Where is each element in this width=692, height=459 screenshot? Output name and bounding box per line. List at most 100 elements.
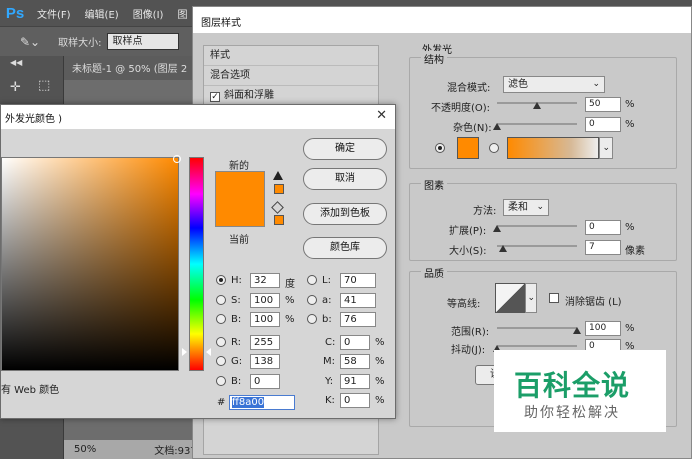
blend-mode-select[interactable]: 滤色 ⌄ bbox=[503, 76, 605, 93]
range-label: 范围(R): bbox=[451, 327, 490, 338]
size-slider[interactable] bbox=[497, 245, 577, 247]
h-radio[interactable] bbox=[216, 275, 226, 285]
g-radio[interactable] bbox=[216, 356, 226, 366]
noise-slider-thumb[interactable] bbox=[493, 123, 501, 130]
sample-size-select[interactable]: 取样点 bbox=[107, 33, 180, 50]
ok-button[interactable]: 确定 bbox=[303, 138, 387, 160]
range-input[interactable]: 100 bbox=[585, 321, 621, 336]
blue-input[interactable]: 0 bbox=[250, 374, 280, 389]
a-input[interactable]: 41 bbox=[340, 293, 376, 308]
antialias-label: 消除锯齿 (L) bbox=[565, 297, 622, 308]
web-colors-only-label[interactable]: 有 Web 颜色 bbox=[1, 381, 59, 396]
h-input[interactable]: 32 bbox=[250, 273, 280, 288]
menu-image[interactable]: 图像(I) bbox=[126, 6, 171, 21]
spread-slider[interactable] bbox=[497, 225, 577, 227]
opacity-label: 不透明度(O): bbox=[431, 103, 491, 114]
blue-radio[interactable] bbox=[216, 376, 226, 386]
solid-color-radio[interactable] bbox=[435, 143, 445, 153]
blue-label: B: bbox=[231, 376, 242, 387]
hue-slider-left-arrow-icon[interactable] bbox=[182, 348, 187, 356]
l-input[interactable]: 70 bbox=[340, 273, 376, 288]
color-picker-dialog: 外发光颜色 ) ✕ 新的 当前 确定 取消 添加到色板 颜色库 H: 32 度 … bbox=[0, 104, 396, 419]
web-safe-cube-icon[interactable] bbox=[271, 201, 284, 214]
color-picker-title: 外发光颜色 ) ✕ bbox=[1, 105, 395, 129]
menu-file[interactable]: 文件(F) bbox=[30, 6, 78, 21]
chevron-down-icon: ⌄ bbox=[527, 293, 535, 303]
menu-edit[interactable]: 编辑(E) bbox=[78, 6, 126, 21]
add-to-swatches-button[interactable]: 添加到色板 bbox=[303, 203, 387, 225]
watermark-title: 百科全说 bbox=[514, 369, 631, 402]
opacity-slider-thumb[interactable] bbox=[533, 102, 541, 109]
style-list-bevel-emboss[interactable]: ✓ 斜面和浮雕 bbox=[204, 86, 378, 106]
marquee-tool-icon[interactable]: ⬚ bbox=[38, 78, 50, 93]
hex-input[interactable]: ff8a00 bbox=[229, 395, 295, 410]
y-input[interactable]: 91 bbox=[340, 374, 370, 389]
m-input[interactable]: 58 bbox=[340, 354, 370, 369]
r-radio[interactable] bbox=[216, 337, 226, 347]
b-label: B: bbox=[231, 314, 242, 325]
color-field[interactable] bbox=[1, 155, 181, 371]
new-color-label: 新的 bbox=[229, 161, 249, 172]
y-unit: % bbox=[375, 376, 385, 387]
style-list-blending-options[interactable]: 混合选项 bbox=[204, 66, 378, 86]
b-radio[interactable] bbox=[216, 314, 226, 324]
glow-gradient-swatch[interactable] bbox=[507, 137, 599, 159]
eyedropper-icon[interactable]: ✎⌄ bbox=[20, 35, 40, 49]
spread-unit: % bbox=[625, 222, 635, 233]
hue-slider-right-arrow-icon[interactable] bbox=[206, 348, 211, 356]
noise-unit: % bbox=[625, 119, 635, 130]
spread-input[interactable]: 0 bbox=[585, 220, 621, 235]
y-label: Y: bbox=[325, 376, 334, 387]
noise-slider[interactable] bbox=[497, 123, 577, 125]
gradient-radio[interactable] bbox=[489, 143, 499, 153]
a-radio[interactable] bbox=[307, 295, 317, 305]
k-input[interactable]: 0 bbox=[340, 393, 370, 408]
range-slider-thumb[interactable] bbox=[573, 327, 581, 334]
blend-mode-label: 混合模式: bbox=[447, 83, 491, 94]
range-slider[interactable] bbox=[497, 327, 577, 329]
jitter-slider[interactable] bbox=[497, 345, 577, 347]
color-libraries-button[interactable]: 颜色库 bbox=[303, 237, 387, 259]
s-unit: % bbox=[285, 295, 295, 306]
opacity-input[interactable]: 50 bbox=[585, 97, 621, 112]
noise-input[interactable]: 0 bbox=[585, 117, 621, 132]
web-safe-swatch[interactable] bbox=[274, 215, 284, 225]
spread-slider-thumb[interactable] bbox=[493, 225, 501, 232]
noise-label: 杂色(N): bbox=[453, 123, 492, 134]
c-label: C: bbox=[325, 337, 336, 348]
c-input[interactable]: 0 bbox=[340, 335, 370, 350]
b-unit: % bbox=[285, 314, 295, 325]
method-label: 方法: bbox=[473, 206, 497, 217]
glow-color-swatch[interactable] bbox=[457, 137, 479, 159]
hue-slider[interactable] bbox=[189, 157, 204, 371]
cancel-button[interactable]: 取消 bbox=[303, 168, 387, 190]
lab-b-radio[interactable] bbox=[307, 314, 317, 324]
close-icon[interactable]: ✕ bbox=[376, 108, 387, 123]
lab-b-input[interactable]: 76 bbox=[340, 312, 376, 327]
size-slider-thumb[interactable] bbox=[499, 245, 507, 252]
range-unit: % bbox=[625, 323, 635, 334]
move-tool-icon[interactable]: ✛ bbox=[10, 80, 21, 95]
gradient-dropdown[interactable]: ⌄ bbox=[599, 137, 613, 159]
b-input[interactable]: 100 bbox=[250, 312, 280, 327]
antialias-checkbox[interactable] bbox=[549, 293, 559, 303]
document-tab[interactable]: 未标题-1 @ 50% (图层 2 bbox=[64, 56, 192, 80]
s-radio[interactable] bbox=[216, 295, 226, 305]
color-field-marker[interactable] bbox=[173, 155, 181, 163]
zoom-level[interactable]: 50% bbox=[74, 444, 96, 455]
menu-layer-partial[interactable]: 图 bbox=[170, 6, 194, 21]
g-input[interactable]: 138 bbox=[250, 354, 280, 369]
contour-dropdown[interactable]: ⌄ bbox=[525, 283, 537, 313]
out-of-gamut-warning-icon[interactable] bbox=[273, 171, 283, 180]
checkbox-icon[interactable]: ✓ bbox=[210, 92, 220, 102]
size-input[interactable]: 7 bbox=[585, 240, 621, 255]
s-input[interactable]: 100 bbox=[250, 293, 280, 308]
l-radio[interactable] bbox=[307, 275, 317, 285]
watermark-subtitle: 助你轻松解决 bbox=[524, 405, 620, 421]
contour-preview[interactable] bbox=[495, 283, 525, 313]
r-input[interactable]: 255 bbox=[250, 335, 280, 350]
style-list-styles[interactable]: 样式 bbox=[204, 46, 378, 66]
gamut-swatch[interactable] bbox=[274, 184, 284, 194]
method-select[interactable]: 柔和 ⌄ bbox=[503, 199, 549, 216]
collapse-icon[interactable]: ◀◀ bbox=[10, 58, 22, 67]
